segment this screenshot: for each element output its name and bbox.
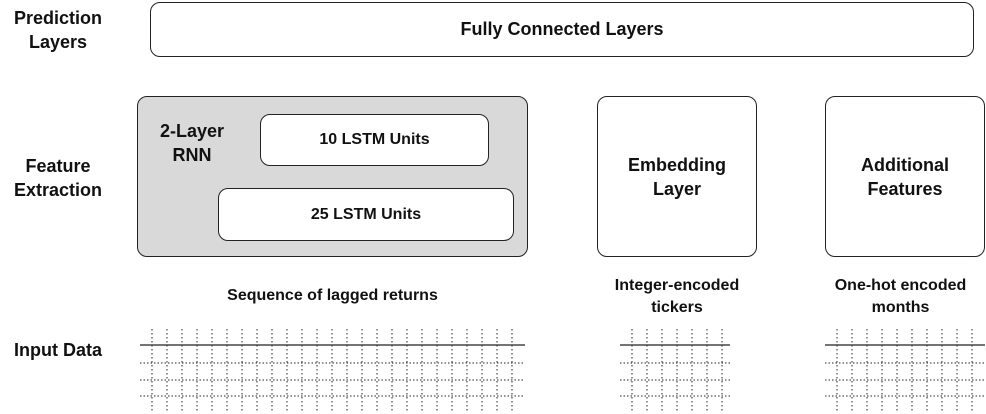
months-input-grid <box>825 329 985 411</box>
